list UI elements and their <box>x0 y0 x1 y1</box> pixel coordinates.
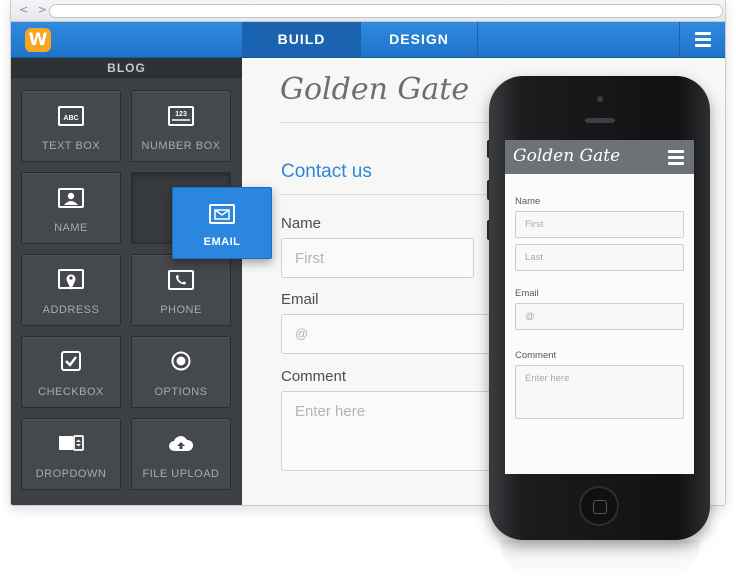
cloud-upload-icon <box>169 436 194 451</box>
weebly-logo-icon[interactable]: W <box>25 28 51 52</box>
tile-phone[interactable]: PHONE <box>131 254 231 326</box>
mobile-hamburger-icon[interactable] <box>668 150 684 165</box>
mobile-first-input[interactable]: First <box>515 211 684 238</box>
tile-file-upload[interactable]: FILE UPLOAD <box>131 418 231 490</box>
name-label: Name <box>281 215 322 232</box>
map-pin-icon <box>58 269 84 290</box>
tile-label: OPTIONS <box>154 386 208 398</box>
tile-checkbox[interactable]: CHECKBOX <box>21 336 121 408</box>
mobile-email-input[interactable]: @ <box>515 303 684 330</box>
tile-name[interactable]: NAME <box>21 172 121 244</box>
radio-icon <box>171 351 191 371</box>
email-tile-dragging[interactable]: EMAIL <box>172 187 272 259</box>
mobile-header: Golden Gate <box>505 140 694 174</box>
hamburger-icon[interactable] <box>679 22 725 57</box>
phone-home-button <box>579 486 619 526</box>
tile-label: DROPDOWN <box>35 468 107 480</box>
tile-label: PHONE <box>160 304 202 316</box>
browser-chrome: < > <box>11 0 725 22</box>
tile-text-box[interactable]: ABC TEXT BOX <box>21 90 121 162</box>
dropdown-icon <box>59 435 84 451</box>
email-label: Email <box>281 291 319 308</box>
tile-label: CHECKBOX <box>38 386 104 398</box>
comment-label: Comment <box>281 368 347 385</box>
mobile-last-input[interactable]: Last <box>515 244 684 271</box>
tab-design[interactable]: DESIGN <box>360 22 478 57</box>
svg-text:123: 123 <box>175 111 187 118</box>
tile-options[interactable]: OPTIONS <box>131 336 231 408</box>
screenshot-stage: < > W BUILD DESIGN BLOG ABC TEXT BOX 123… <box>0 0 736 584</box>
mobile-comment-textarea[interactable]: Enter here <box>515 365 684 419</box>
nav-arrows-icon[interactable]: < > <box>19 3 50 16</box>
phone-reflection <box>500 540 700 580</box>
email-tile-label: EMAIL <box>203 236 241 248</box>
phone-speaker <box>585 118 615 123</box>
element-sidebar: BLOG ABC TEXT BOX 123 NUMBER BOX NAME AD… <box>11 58 242 505</box>
sidebar-title: BLOG <box>11 58 242 78</box>
mobile-site-title: Golden Gate <box>513 146 621 166</box>
mobile-comment-label: Comment <box>515 350 557 361</box>
number-box-icon: 123 <box>168 106 194 126</box>
text-box-icon: ABC <box>58 106 84 126</box>
checkbox-icon <box>61 351 81 371</box>
mobile-email-label: Email <box>515 288 539 299</box>
tile-dropdown[interactable]: DROPDOWN <box>21 418 121 490</box>
phone-icon <box>168 270 194 290</box>
mobile-preview-phone: Golden Gate Name First Last Email @ Comm… <box>489 76 710 540</box>
tab-build[interactable]: BUILD <box>242 22 360 57</box>
tile-label: NAME <box>54 222 88 234</box>
url-bar[interactable] <box>49 4 723 18</box>
name-first-input[interactable]: First <box>281 238 474 278</box>
name-card-icon <box>58 188 84 208</box>
tile-label: NUMBER BOX <box>141 140 221 152</box>
editor-topbar: W BUILD DESIGN <box>11 22 725 58</box>
svg-text:ABC: ABC <box>63 115 78 122</box>
tile-label: FILE UPLOAD <box>142 468 220 480</box>
tile-number-box[interactable]: 123 NUMBER BOX <box>131 90 231 162</box>
tile-address[interactable]: ADDRESS <box>21 254 121 326</box>
contact-heading[interactable]: Contact us <box>281 161 372 183</box>
envelope-icon <box>209 204 235 224</box>
tile-label: TEXT BOX <box>41 140 101 152</box>
mobile-name-label: Name <box>515 196 541 207</box>
site-title[interactable]: Golden Gate <box>280 72 469 107</box>
tile-label: ADDRESS <box>42 304 100 316</box>
phone-camera <box>597 96 603 102</box>
mobile-screen: Golden Gate Name First Last Email @ Comm… <box>505 140 694 474</box>
